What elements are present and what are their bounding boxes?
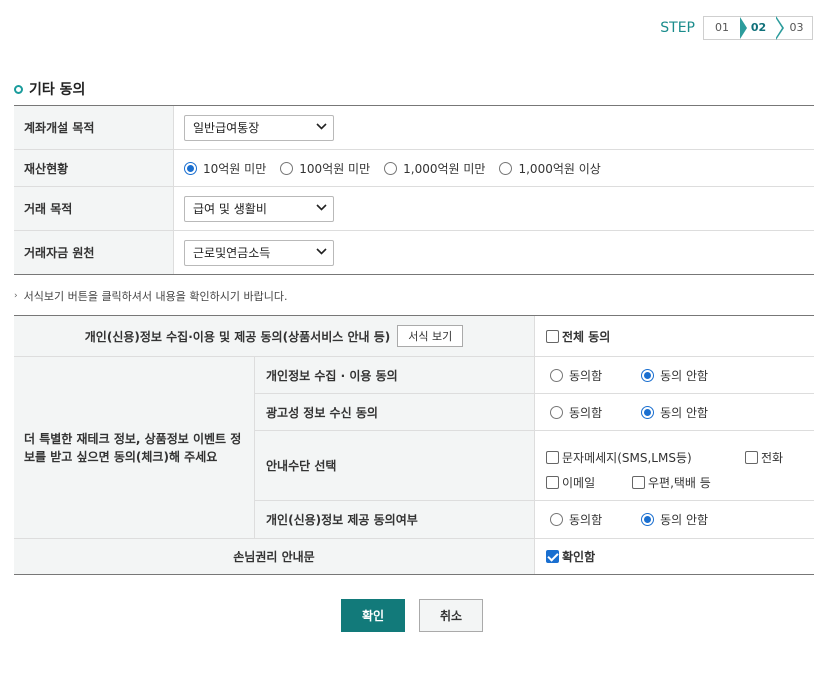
- fund-source-row: 거래자금 원천 근로및연금소득: [14, 231, 814, 274]
- option-label: 문자메세지(SMS,LMS등): [562, 451, 692, 465]
- section-title-text: 기타 동의: [29, 82, 86, 98]
- assets-option-1[interactable]: 100억원 미만: [280, 160, 370, 177]
- collect-agree-option[interactable]: 동의함: [550, 367, 602, 384]
- option-label: 동의함: [569, 513, 603, 527]
- assets-option-2[interactable]: 1,000억원 미만: [384, 160, 485, 177]
- checkbox[interactable]: [546, 451, 559, 464]
- option-label: 전화: [761, 451, 784, 465]
- collect-disagree-option[interactable]: 동의 안함: [641, 367, 708, 384]
- assets-row: 재산현황 10억원 미만 100억원 미만 1,000억원 미만 1,000억원…: [14, 150, 814, 187]
- account-purpose-label: 계좌개설 목적: [14, 106, 174, 149]
- radio-button[interactable]: [184, 161, 197, 175]
- rights-check-label: 확인함: [562, 550, 596, 564]
- provide-disagree-option[interactable]: 동의 안함: [641, 511, 708, 528]
- radio-button[interactable]: [641, 513, 655, 526]
- chevron-down-icon: [316, 247, 327, 258]
- channel-post-option[interactable]: 우편,택배 등: [632, 474, 711, 491]
- radio-button[interactable]: [384, 161, 398, 175]
- consent-header-cell: 개인(신용)정보 수집·이용 및 제공 동의(상품서비스 안내 등) 서식 보기: [14, 316, 535, 356]
- assets-option-label: 1,000억원 이상: [518, 161, 601, 176]
- section-title: 기타 동의: [14, 79, 85, 99]
- assets-label: 재산현황: [14, 150, 174, 186]
- view-form-button[interactable]: 서식 보기: [397, 325, 464, 347]
- account-info-table: 계좌개설 목적 일반급여통장 재산현황 10억원 미만 100억원 미만 1,0…: [14, 105, 814, 275]
- checkbox[interactable]: [745, 451, 758, 464]
- consent-row-ads: 광고성 정보 수신 동의 동의함 동의 안함: [255, 394, 814, 431]
- consent-header-row: 개인(신용)정보 수집·이용 및 제공 동의(상품서비스 안내 등) 서식 보기…: [14, 316, 814, 357]
- channel-label: 안내수단 선택: [255, 431, 535, 500]
- rights-label: 손님권리 안내문: [14, 539, 535, 574]
- radio-button[interactable]: [280, 161, 294, 175]
- consent-header-text: 개인(신용)정보 수집·이용 및 제공 동의(상품서비스 안내 등): [84, 329, 391, 344]
- assets-option-3[interactable]: 1,000억원 이상: [499, 160, 601, 177]
- radio-button[interactable]: [641, 405, 655, 419]
- confirm-button[interactable]: 확인: [341, 599, 405, 632]
- assets-option-label: 10억원 미만: [203, 161, 267, 176]
- rights-checkbox[interactable]: [546, 550, 559, 563]
- ads-agree-option[interactable]: 동의함: [550, 404, 602, 421]
- step-02: 02: [740, 16, 784, 40]
- all-agree-label: 전체 동의: [562, 329, 611, 344]
- channel-phone-option[interactable]: 전화: [745, 449, 783, 466]
- trade-purpose-value: 급여 및 생활비: [193, 202, 267, 216]
- step-box: 01 02 03: [703, 16, 813, 40]
- step-01: 01: [704, 17, 740, 39]
- trade-purpose-label: 거래 목적: [14, 187, 174, 230]
- ads-disagree-option[interactable]: 동의 안함: [641, 404, 708, 421]
- assets-option-0[interactable]: 10억원 미만: [184, 160, 266, 177]
- step-label: STEP: [660, 20, 695, 36]
- assets-option-label: 1,000억원 미만: [403, 161, 486, 176]
- option-label: 이메일: [562, 476, 596, 490]
- option-label: 동의 안함: [660, 368, 709, 383]
- action-buttons: 확인 취소: [0, 599, 824, 632]
- consent-row-provide: 개인(신용)정보 제공 동의여부 동의함 동의 안함: [255, 501, 814, 538]
- trade-purpose-select[interactable]: 급여 및 생활비: [184, 195, 334, 222]
- fund-source-label: 거래자금 원천: [14, 231, 174, 274]
- radio-button[interactable]: [641, 368, 655, 382]
- channel-options: 문자메세지(SMS,LMS등) 전화 이메일 우편,택배 등: [535, 431, 814, 500]
- account-purpose-select[interactable]: 일반급여통장: [184, 114, 334, 141]
- all-agree-checkbox[interactable]: [546, 329, 559, 343]
- consent-row-channel: 안내수단 선택 문자메세지(SMS,LMS등) 전화 이메일 우편,택배 등: [255, 431, 814, 501]
- provide-agree-option[interactable]: 동의함: [550, 511, 602, 528]
- circle-bullet-icon: [14, 84, 23, 94]
- fund-source-select[interactable]: 근로및연금소득: [184, 239, 334, 266]
- consent-detail-block: 더 특별한 재테크 정보, 상품정보 이벤트 정보를 받고 싶으면 동의(체크)…: [14, 357, 814, 539]
- radio-button[interactable]: [550, 405, 563, 419]
- chevron-down-icon: [316, 122, 327, 133]
- channel-sms-option[interactable]: 문자메세지(SMS,LMS등): [546, 449, 692, 466]
- consent-row-label: 개인(신용)정보 제공 동의여부: [255, 501, 535, 538]
- assets-option-label: 100억원 미만: [299, 161, 371, 176]
- radio-button[interactable]: [499, 161, 513, 175]
- consent-side-text: 더 특별한 재테크 정보, 상품정보 이벤트 정보를 받고 싶으면 동의(체크)…: [14, 357, 255, 538]
- all-agree-cell: 전체 동의: [535, 316, 814, 356]
- channel-email-option[interactable]: 이메일: [546, 474, 595, 491]
- radio-button[interactable]: [550, 368, 563, 382]
- info-note-text: 서식보기 버튼을 클릭하셔서 내용을 확인하시기 바랍니다.: [23, 290, 288, 303]
- consent-table: 개인(신용)정보 수집·이용 및 제공 동의(상품서비스 안내 등) 서식 보기…: [14, 315, 814, 575]
- option-label: 동의 안함: [660, 405, 709, 420]
- chevron-down-icon: [316, 203, 327, 214]
- consent-row-label: 광고성 정보 수신 동의: [255, 394, 535, 430]
- account-purpose-value: 일반급여통장: [193, 121, 260, 135]
- radio-button[interactable]: [550, 513, 563, 526]
- checkbox[interactable]: [546, 476, 559, 489]
- option-label: 동의함: [569, 405, 603, 420]
- consent-detail-rows: 개인정보 수집 · 이용 동의 동의함 동의 안함 광고성 정보 수신 동의 동…: [255, 357, 814, 538]
- option-label: 동의 안함: [660, 513, 709, 527]
- step-02-label: 02: [750, 21, 767, 34]
- info-note: › 서식보기 버튼을 클릭하셔서 내용을 확인하시기 바랍니다.: [14, 288, 287, 304]
- step-indicator: STEP 01 02 03: [660, 16, 813, 40]
- option-label: 우편,택배 등: [648, 476, 711, 490]
- option-label: 동의함: [569, 368, 603, 383]
- trade-purpose-row: 거래 목적 급여 및 생활비: [14, 187, 814, 231]
- consent-row-collect: 개인정보 수집 · 이용 동의 동의함 동의 안함: [255, 357, 814, 394]
- cancel-button[interactable]: 취소: [419, 599, 483, 632]
- account-purpose-row: 계좌개설 목적 일반급여통장: [14, 106, 814, 150]
- fund-source-value: 근로및연금소득: [193, 246, 271, 260]
- rights-row: 손님권리 안내문 확인함: [14, 539, 814, 574]
- consent-row-label: 개인정보 수집 · 이용 동의: [255, 357, 535, 393]
- checkbox[interactable]: [632, 476, 645, 489]
- caret-right-icon: ›: [14, 291, 18, 301]
